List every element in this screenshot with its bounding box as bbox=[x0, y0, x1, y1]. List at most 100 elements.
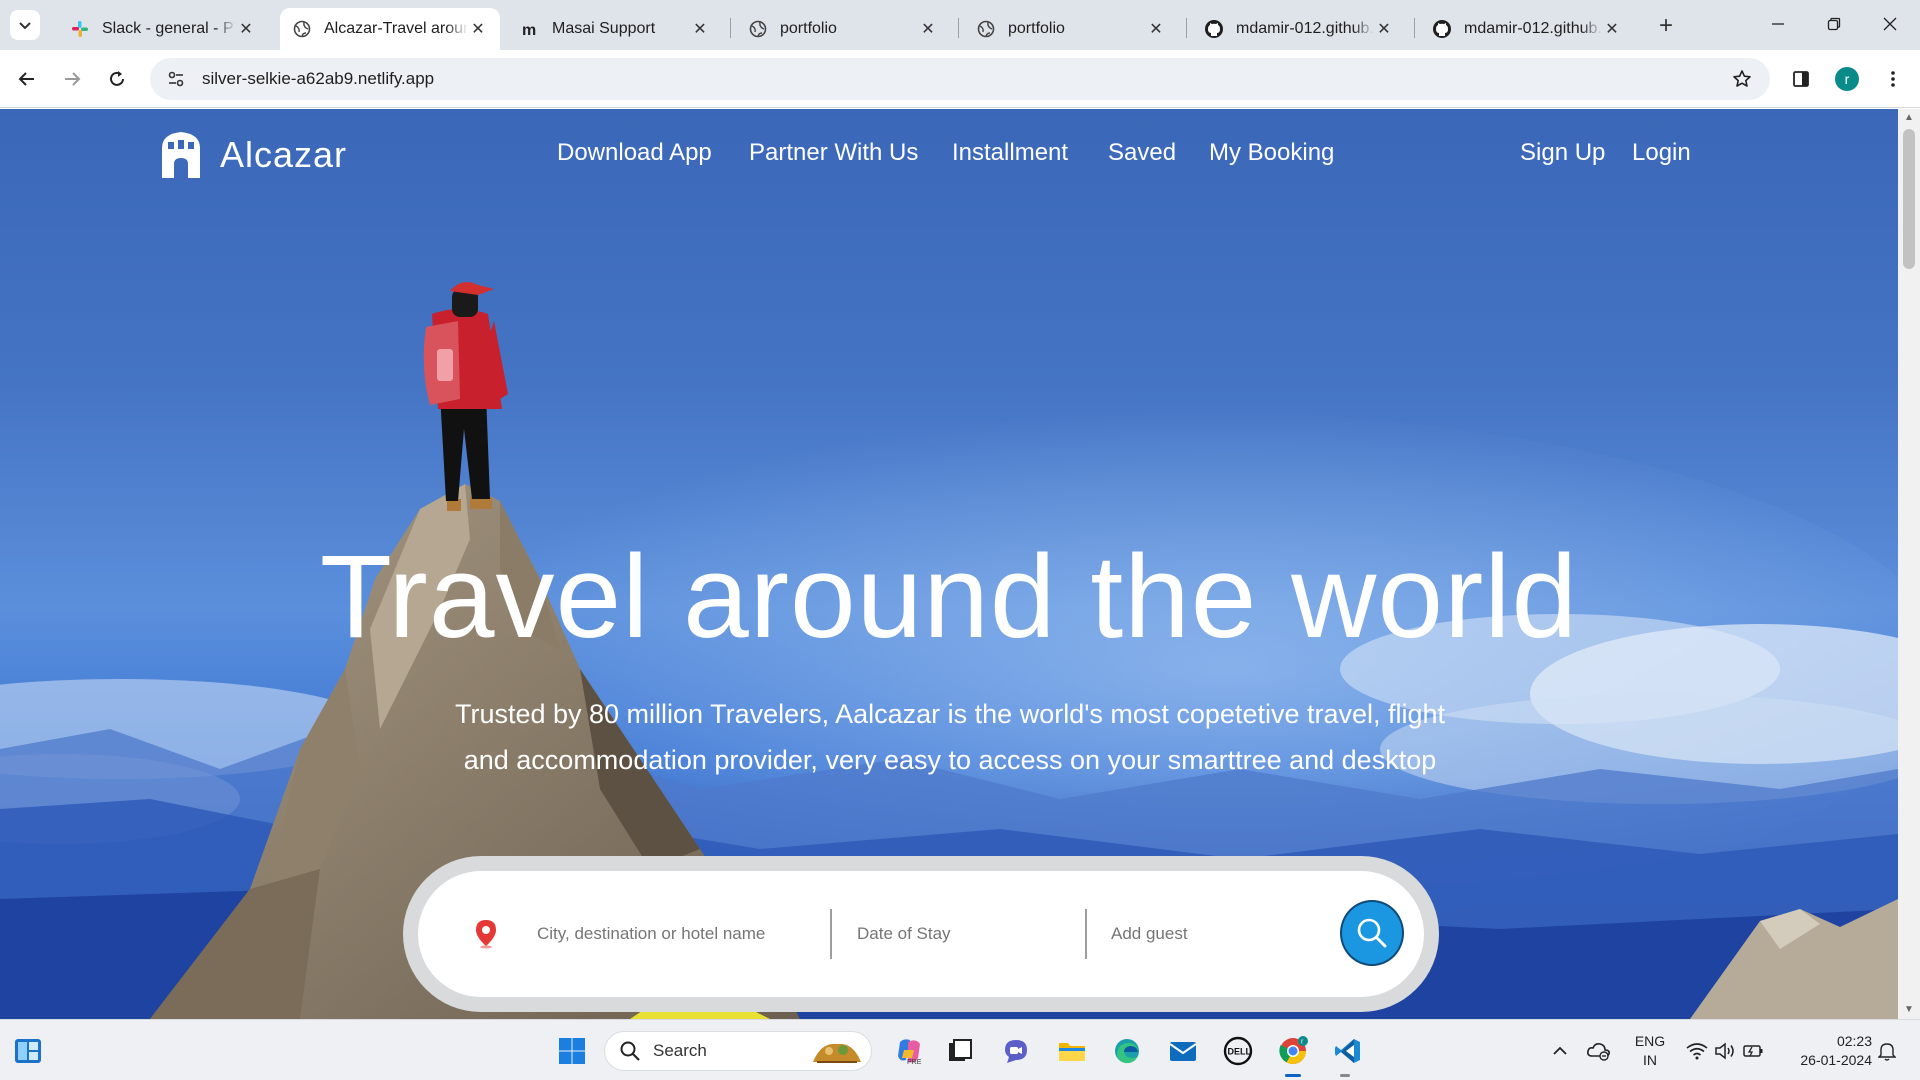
language-code: ENG bbox=[1634, 1033, 1666, 1049]
tab-title: Alcazar-Travel around the world bbox=[324, 20, 468, 37]
browser-tab-bar: Slack - general - PT-W ✕ Alcazar-Travel … bbox=[0, 0, 1920, 50]
close-icon[interactable]: ✕ bbox=[918, 19, 938, 39]
tab-portfolio-1[interactable]: portfolio ✕ bbox=[736, 8, 950, 50]
copilot-icon: PRE bbox=[898, 1039, 922, 1066]
date-of-stay-input[interactable] bbox=[857, 917, 1077, 951]
taskbar-search[interactable]: Search bbox=[604, 1031, 872, 1071]
reload-icon bbox=[110, 71, 124, 86]
onedrive-button[interactable] bbox=[1584, 1034, 1614, 1068]
side-panel-button[interactable] bbox=[1786, 64, 1816, 94]
destination-input[interactable] bbox=[537, 917, 807, 951]
close-icon[interactable]: ✕ bbox=[236, 19, 256, 39]
notifications-button[interactable] bbox=[1872, 1034, 1902, 1068]
clock-date: 26-01-2024 bbox=[1800, 1052, 1872, 1068]
show-hidden-icons-button[interactable] bbox=[1545, 1034, 1575, 1068]
battery-charging-icon bbox=[1743, 1045, 1763, 1057]
tab-title: mdamir-012.github.io bbox=[1464, 20, 1602, 37]
github-icon bbox=[1204, 19, 1224, 39]
vscode-icon bbox=[1335, 1039, 1360, 1063]
browser-toolbar: silver-selkie-a62ab9.netlify.app r bbox=[0, 50, 1920, 108]
tab-github-2[interactable]: mdamir-012.github.io ✕ bbox=[1420, 8, 1634, 50]
wifi-button[interactable] bbox=[1684, 1034, 1710, 1068]
search-icon bbox=[620, 1041, 640, 1061]
globe-icon bbox=[748, 19, 768, 39]
minimize-button[interactable] bbox=[1750, 0, 1806, 48]
reload-button[interactable] bbox=[102, 64, 132, 94]
search-button[interactable] bbox=[1340, 900, 1404, 966]
tab-title: portfolio bbox=[780, 20, 837, 37]
tab-portfolio-2[interactable]: portfolio ✕ bbox=[964, 8, 1178, 50]
restore-icon bbox=[1827, 17, 1841, 31]
tab-separator bbox=[730, 18, 731, 38]
close-icon[interactable]: ✕ bbox=[1146, 19, 1166, 39]
globe-icon bbox=[292, 19, 312, 39]
search-icon bbox=[1357, 918, 1387, 948]
close-icon[interactable]: ✕ bbox=[690, 19, 710, 39]
volume-button[interactable] bbox=[1712, 1034, 1738, 1068]
scrollbar-thumb[interactable] bbox=[1903, 129, 1915, 269]
tab-title: Slack - general - PT-W bbox=[102, 20, 236, 37]
site-info-button[interactable] bbox=[158, 64, 194, 94]
tab-github-1[interactable]: mdamir-012.github.io ✕ bbox=[1192, 8, 1406, 50]
masai-icon: m bbox=[520, 19, 540, 39]
page-scrollbar[interactable]: ▲ ▼ bbox=[1898, 109, 1920, 1019]
arrow-left-icon bbox=[18, 72, 34, 86]
more-vertical-icon bbox=[1891, 71, 1895, 87]
chrome-button[interactable]: r bbox=[1276, 1034, 1310, 1068]
battery-button[interactable] bbox=[1740, 1034, 1766, 1068]
forward-button[interactable] bbox=[57, 64, 87, 94]
browser-menu-button[interactable] bbox=[1878, 64, 1908, 94]
bookmark-button[interactable] bbox=[1728, 65, 1756, 93]
close-icon[interactable]: ✕ bbox=[1602, 19, 1622, 39]
url-text[interactable]: silver-selkie-a62ab9.netlify.app bbox=[202, 69, 434, 89]
dell-icon: DELL bbox=[1223, 1036, 1253, 1066]
language-indicator[interactable]: ENG IN bbox=[1628, 1032, 1672, 1070]
address-bar[interactable]: silver-selkie-a62ab9.netlify.app bbox=[150, 58, 1770, 100]
teams-chat-button[interactable] bbox=[999, 1034, 1033, 1068]
windows-taskbar: Search PRE DELL r ENG IN 02:23 26-01-202… bbox=[0, 1019, 1920, 1080]
new-tab-button[interactable]: + bbox=[1652, 12, 1680, 40]
globe-icon bbox=[976, 19, 996, 39]
copilot-button[interactable]: PRE bbox=[892, 1034, 926, 1068]
tab-alcazar[interactable]: Alcazar-Travel around the world ✕ bbox=[280, 8, 500, 50]
file-explorer-button[interactable] bbox=[1055, 1034, 1089, 1068]
tab-separator bbox=[1414, 18, 1415, 38]
active-app-indicator bbox=[1285, 1074, 1301, 1077]
profile-button[interactable]: r bbox=[1832, 64, 1862, 94]
volume-icon bbox=[1715, 1042, 1734, 1060]
tab-masai[interactable]: m Masai Support ✕ bbox=[508, 8, 722, 50]
scroll-up-icon[interactable]: ▲ bbox=[1903, 111, 1915, 123]
search-divider bbox=[1085, 909, 1087, 959]
tab-slack[interactable]: Slack - general - PT-W ✕ bbox=[58, 8, 268, 50]
svg-text:m: m bbox=[522, 22, 536, 38]
widgets-button[interactable] bbox=[11, 1034, 45, 1068]
scroll-down-icon[interactable]: ▼ bbox=[1903, 1003, 1915, 1015]
tab-separator bbox=[1186, 18, 1187, 38]
back-button[interactable] bbox=[12, 64, 42, 94]
video-chat-icon bbox=[1005, 1040, 1027, 1063]
close-icon[interactable]: ✕ bbox=[1374, 19, 1394, 39]
tab-title: portfolio bbox=[1008, 20, 1065, 37]
add-guest-input[interactable] bbox=[1111, 917, 1311, 951]
vscode-button[interactable] bbox=[1331, 1034, 1365, 1068]
widgets-icon bbox=[15, 1039, 41, 1063]
edge-button[interactable] bbox=[1110, 1034, 1144, 1068]
running-app-indicator bbox=[1340, 1074, 1350, 1077]
tune-icon bbox=[168, 71, 184, 87]
task-view-button[interactable] bbox=[943, 1034, 977, 1068]
taskbar-search-label: Search bbox=[653, 1041, 707, 1060]
mail-icon bbox=[1169, 1042, 1197, 1061]
start-button[interactable] bbox=[555, 1034, 589, 1068]
search-highlight-icon bbox=[813, 1043, 861, 1063]
clock[interactable]: 02:23 26-01-2024 bbox=[1780, 1032, 1872, 1070]
wifi-icon bbox=[1686, 1043, 1708, 1060]
search-divider bbox=[830, 909, 832, 959]
mail-button[interactable] bbox=[1166, 1034, 1200, 1068]
close-window-button[interactable] bbox=[1862, 0, 1918, 48]
tab-search-button[interactable] bbox=[10, 10, 40, 40]
dell-button[interactable]: DELL bbox=[1221, 1034, 1255, 1068]
restore-button[interactable] bbox=[1806, 0, 1862, 48]
search-layer bbox=[0, 109, 1898, 1019]
close-icon[interactable]: ✕ bbox=[468, 19, 488, 39]
edge-icon bbox=[1115, 1039, 1139, 1064]
